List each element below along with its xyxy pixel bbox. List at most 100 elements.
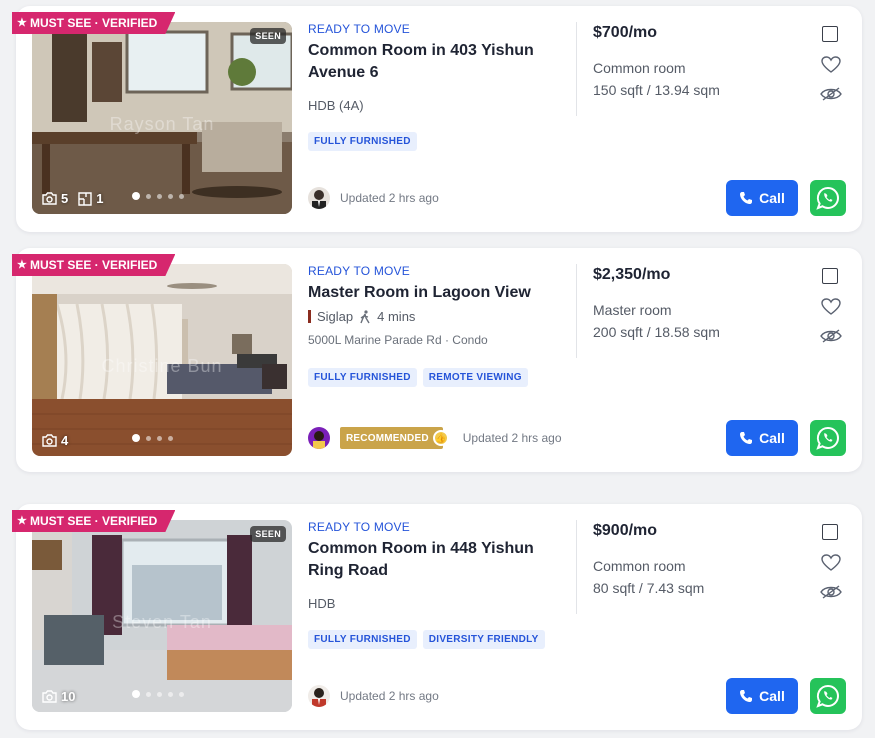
column-divider [576, 520, 577, 614]
agent-row: RECOMMENDED 👍 Updated 2 hrs ago [308, 427, 562, 449]
carousel-dot[interactable] [157, 691, 162, 697]
carousel-dot[interactable] [146, 435, 151, 441]
carousel-dot[interactable] [146, 691, 151, 697]
carousel-dots[interactable] [132, 434, 173, 442]
recommended-label: RECOMMENDED [346, 432, 429, 444]
photo-count: 5 [61, 191, 69, 206]
camera-icon [42, 690, 57, 703]
must-see-verified-badge: ★ MUST SEE · VERIFIED [12, 12, 175, 34]
price-column: $700/mo Common room 150 sqft / 13.94 sqm [593, 24, 793, 98]
updated-time: Updated 2 hrs ago [462, 431, 562, 445]
tag-fully-furnished: FULLY FURNISHED [308, 630, 417, 649]
hide-icon[interactable] [820, 328, 842, 344]
hide-icon[interactable] [820, 86, 842, 102]
carousel-dot[interactable] [179, 193, 184, 199]
call-button[interactable]: Call [726, 420, 798, 456]
camera-icon [42, 192, 57, 205]
tag-remote-viewing: REMOTE VIEWING [422, 368, 528, 387]
listing-info: READY TO MOVE Common Room in 448 Yishun … [308, 520, 558, 649]
badge-label: MUST SEE · VERIFIED [30, 16, 158, 30]
heart-icon[interactable] [821, 56, 841, 74]
compare-checkbox[interactable] [822, 26, 838, 42]
status-label: READY TO MOVE [308, 520, 410, 534]
location-name: Siglap [317, 309, 354, 324]
compare-checkbox[interactable] [822, 268, 838, 284]
status-label: READY TO MOVE [308, 264, 410, 278]
star-icon: ★ [17, 17, 27, 29]
agent-avatar[interactable] [308, 685, 330, 707]
listing-card[interactable]: Christine Bun 4 READY TO MOVE Master Roo… [16, 248, 862, 472]
recommended-badge: RECOMMENDED 👍 [340, 427, 449, 449]
room-type: Common room [593, 60, 686, 76]
price-column: $2,350/mo Master room 200 sqft / 18.58 s… [593, 266, 793, 340]
carousel-dot[interactable] [132, 690, 140, 698]
photo-watermark: Christine Bun [101, 356, 223, 376]
carousel-dots[interactable] [132, 690, 184, 698]
photo-count: 10 [61, 689, 76, 704]
agent-row: Updated 2 hrs ago [308, 187, 439, 209]
listing-photo[interactable]: Rayson Tan SEEN 5 1 [32, 22, 292, 214]
listing-info: READY TO MOVE Common Room in 403 Yishun … [308, 22, 558, 151]
carousel-dot[interactable] [168, 193, 173, 199]
property-type: HDB (4A) [308, 98, 364, 113]
photo-count: 4 [61, 433, 69, 448]
property-type: HDB [308, 596, 336, 611]
call-button[interactable]: Call [726, 678, 798, 714]
walking-icon [360, 309, 370, 323]
carousel-dots[interactable] [132, 192, 184, 200]
compare-checkbox[interactable] [822, 524, 838, 540]
listing-card[interactable]: Rayson Tan SEEN 5 1 READY TO MOVE Common… [16, 6, 862, 232]
phone-icon [740, 432, 753, 444]
listing-photo[interactable]: Christine Bun 4 [32, 264, 292, 456]
carousel-dot[interactable] [132, 434, 140, 442]
photo-watermark: Steven Tan [112, 612, 212, 632]
carousel-dot[interactable] [157, 193, 162, 199]
status-label: READY TO MOVE [308, 22, 410, 36]
agent-avatar[interactable] [308, 427, 330, 449]
listing-photo[interactable]: Steven Tan SEEN 10 [32, 520, 292, 712]
room-size: 150 sqft / 13.94 sqm [593, 82, 720, 98]
listing-info: READY TO MOVE Master Room in Lagoon View… [308, 264, 558, 387]
whatsapp-button[interactable] [810, 420, 846, 456]
carousel-dot[interactable] [157, 435, 162, 441]
call-button[interactable]: Call [726, 180, 798, 216]
tag-fully-furnished: FULLY FURNISHED [308, 368, 417, 387]
listing-title[interactable]: Common Room in 403 Yishun Avenue 6 [308, 40, 558, 84]
whatsapp-button[interactable] [810, 678, 846, 714]
photo-meta: 10 [42, 689, 75, 704]
heart-icon[interactable] [821, 554, 841, 572]
carousel-dot[interactable] [179, 691, 184, 697]
seen-badge: SEEN [250, 28, 286, 44]
whatsapp-button[interactable] [810, 180, 846, 216]
carousel-dot[interactable] [168, 691, 173, 697]
whatsapp-icon [816, 426, 839, 450]
camera-icon [42, 434, 57, 447]
hide-icon[interactable] [820, 584, 842, 600]
floorplan-count: 1 [96, 191, 104, 206]
badge-label: MUST SEE · VERIFIED [30, 258, 158, 272]
carousel-dot[interactable] [132, 192, 140, 200]
updated-time: Updated 2 hrs ago [340, 689, 439, 703]
must-see-verified-badge: ★ MUST SEE · VERIFIED [12, 254, 175, 276]
listing-title[interactable]: Master Room in Lagoon View [308, 282, 558, 304]
column-divider [576, 22, 577, 116]
listing-card[interactable]: Steven Tan SEEN 10 READY TO MOVE Common … [16, 504, 862, 730]
mrt-line-marker [308, 310, 311, 323]
whatsapp-icon [816, 684, 839, 708]
seen-badge: SEEN [250, 526, 286, 542]
room-size: 80 sqft / 7.43 sqm [593, 580, 705, 596]
agent-avatar[interactable] [308, 187, 330, 209]
listing-title[interactable]: Common Room in 448 Yishun Ring Road [308, 538, 558, 582]
agent-row: Updated 2 hrs ago [308, 685, 439, 707]
heart-icon[interactable] [821, 298, 841, 316]
carousel-dot[interactable] [168, 435, 173, 441]
photo-meta: 4 [42, 433, 68, 448]
action-icons [820, 26, 842, 102]
tag-list: FULLY FURNISHED [308, 132, 558, 151]
carousel-dot[interactable] [146, 193, 151, 199]
updated-time: Updated 2 hrs ago [340, 191, 439, 205]
star-icon: ★ [17, 515, 27, 527]
tag-fully-furnished: FULLY FURNISHED [308, 132, 417, 151]
badge-label: MUST SEE · VERIFIED [30, 514, 158, 528]
whatsapp-icon [816, 186, 839, 210]
